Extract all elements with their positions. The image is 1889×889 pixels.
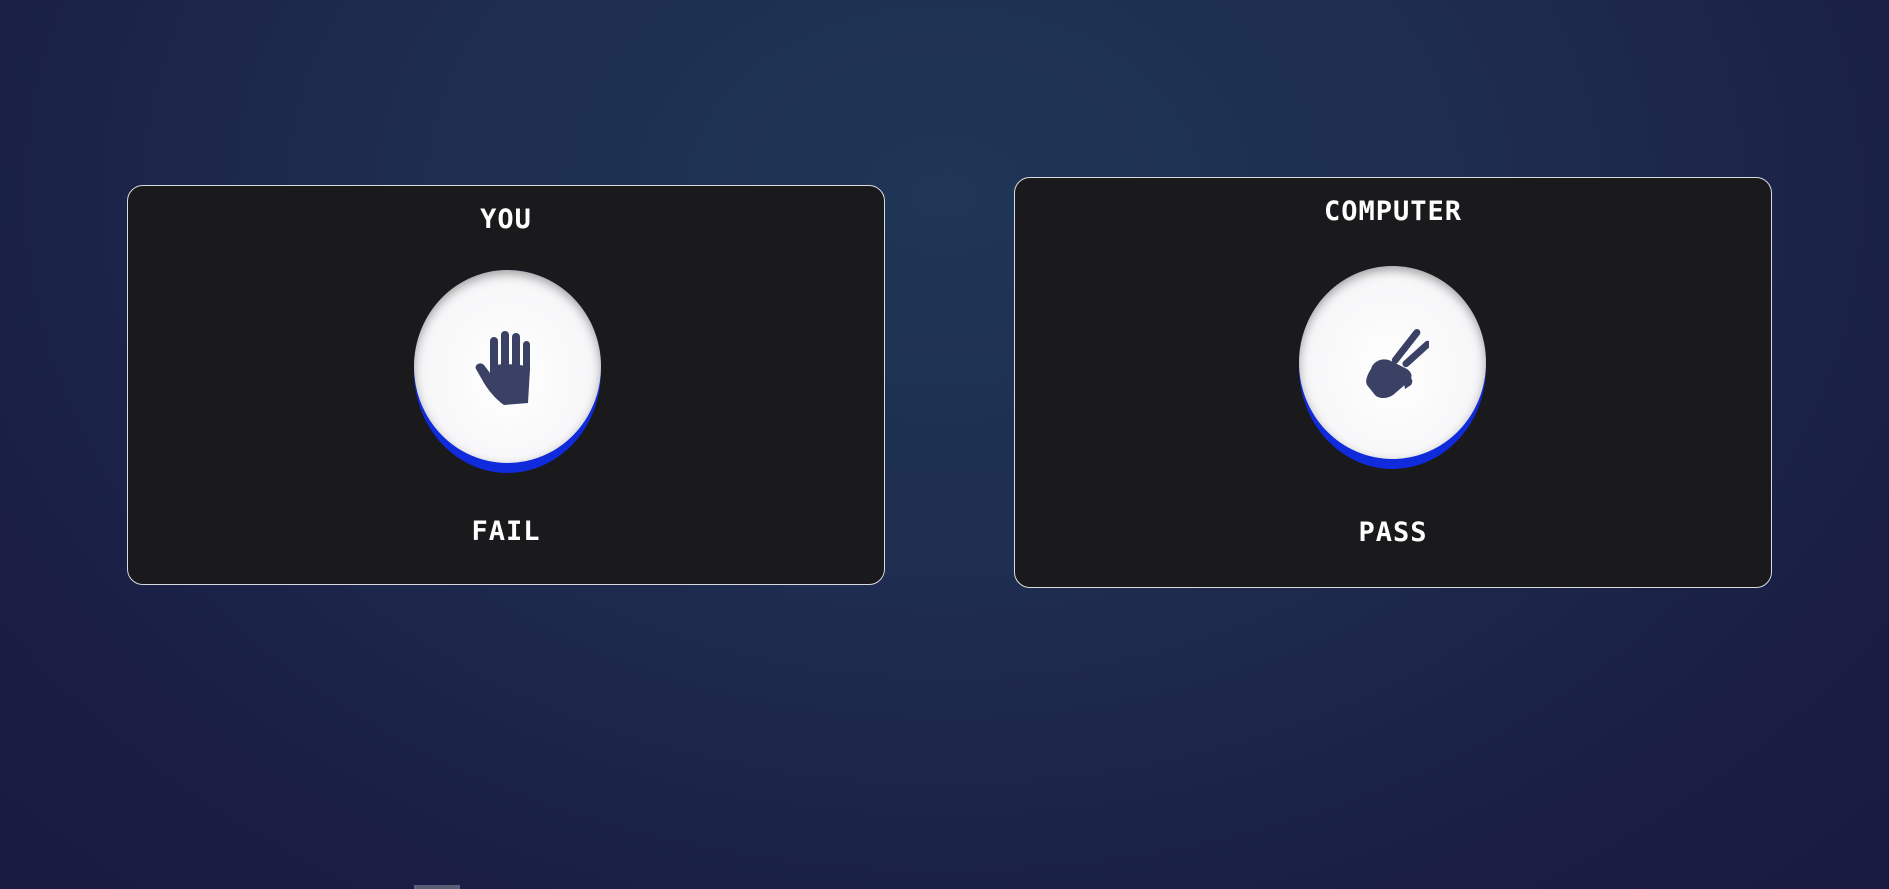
- paper-hand-icon: [475, 330, 530, 405]
- player-choice-face: [414, 270, 601, 463]
- computer-result: PASS: [1358, 517, 1428, 548]
- computer-panel: COMPUTER PASS: [1014, 177, 1772, 588]
- player-panel: YOU FAIL: [127, 185, 885, 585]
- horizontal-scrollbar-thumb[interactable]: [414, 885, 460, 889]
- computer-title: COMPUTER: [1323, 196, 1463, 227]
- player-result: FAIL: [471, 516, 541, 547]
- player-title: YOU: [480, 204, 532, 235]
- computer-choice-button[interactable]: [1299, 266, 1486, 469]
- player-choice-button[interactable]: [414, 270, 601, 473]
- computer-choice-face: [1299, 266, 1486, 459]
- scissors-hand-icon: [1365, 328, 1429, 398]
